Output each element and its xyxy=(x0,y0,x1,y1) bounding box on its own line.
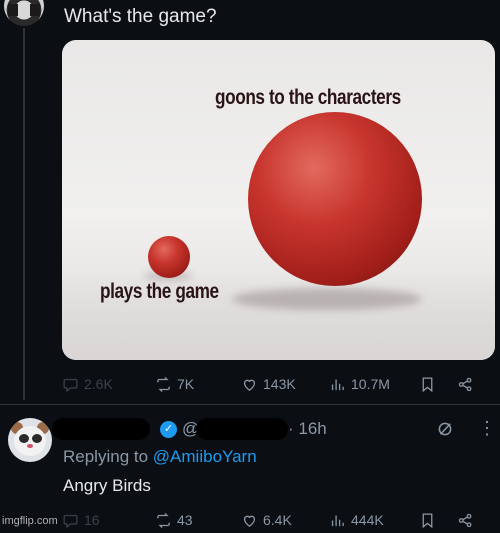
more-options-icon[interactable]: ⋮ xyxy=(478,418,496,439)
reply-icon xyxy=(63,378,78,392)
views-button[interactable]: 10.7M xyxy=(329,376,419,393)
repost-icon xyxy=(157,512,170,528)
avatar-ear-right xyxy=(30,4,40,16)
grok-button[interactable] xyxy=(436,420,454,443)
reply-actions: 16 43 6.4K 444K xyxy=(62,508,492,532)
like-button[interactable]: 143K xyxy=(241,376,329,393)
thread-line xyxy=(23,28,25,400)
label-small-ball: plays the game xyxy=(100,280,219,303)
reply-icon xyxy=(63,514,78,528)
views-button[interactable]: 444K xyxy=(329,512,419,529)
avatar-eye-patch-left xyxy=(19,434,29,443)
like-count: 6.4K xyxy=(263,512,292,528)
reply-count: 2.6K xyxy=(84,376,113,392)
big-ball-shadow xyxy=(232,288,422,310)
repost-count: 7K xyxy=(177,376,195,392)
reply-count: 16 xyxy=(84,512,100,528)
avatar-eye-patch-right xyxy=(32,434,42,443)
post-divider xyxy=(0,404,500,405)
watermark: imgflip.com xyxy=(2,515,58,527)
reply-button[interactable]: 2.6K xyxy=(62,376,155,393)
label-big-ball: goons to the characters xyxy=(215,86,401,109)
views-count: 444K xyxy=(351,512,384,528)
like-count: 143K xyxy=(263,376,296,392)
bookmark-button[interactable] xyxy=(419,376,457,393)
repost-button[interactable]: 7K xyxy=(155,376,241,393)
share-button[interactable] xyxy=(457,376,474,393)
redacted-display-name xyxy=(52,418,150,440)
post-image[interactable]: goons to the characters plays the game xyxy=(62,40,495,360)
avatar-ear-left xyxy=(8,4,18,16)
avatar-nose xyxy=(27,444,33,448)
post-text: What's the game? xyxy=(64,6,217,27)
big-ball xyxy=(248,112,422,286)
share-icon xyxy=(458,513,472,527)
reply-text: Angry Birds xyxy=(63,476,151,495)
reply-timestamp[interactable]: · 16h xyxy=(288,419,327,439)
replying-to: Replying to @AmiiboYarn xyxy=(63,447,257,467)
replying-prefix: Replying to xyxy=(63,447,149,466)
bookmark-button[interactable] xyxy=(419,512,457,529)
repost-button[interactable]: 43 xyxy=(155,512,241,529)
mention-link[interactable]: @AmiiboYarn xyxy=(153,447,257,466)
views-count: 10.7M xyxy=(351,376,390,392)
post-actions: 2.6K 7K 143K 10.7M xyxy=(62,372,492,396)
reply-button[interactable]: 16 xyxy=(62,512,155,529)
repost-count: 43 xyxy=(177,512,193,528)
verified-badge-icon: ✓ xyxy=(160,421,177,438)
repost-icon xyxy=(157,376,170,392)
grok-icon xyxy=(438,422,452,436)
like-button[interactable]: 6.4K xyxy=(241,512,329,529)
avatar-face xyxy=(14,426,46,456)
bookmark-icon xyxy=(422,376,433,392)
reply-avatar[interactable] xyxy=(8,418,52,462)
share-button[interactable] xyxy=(457,512,474,529)
author-avatar[interactable] xyxy=(4,0,44,26)
views-icon xyxy=(331,379,344,390)
share-icon xyxy=(458,377,472,391)
bookmark-icon xyxy=(422,512,433,528)
heart-icon xyxy=(243,379,256,391)
views-icon xyxy=(331,515,344,526)
redacted-handle xyxy=(196,418,288,440)
small-ball xyxy=(148,236,190,278)
heart-icon xyxy=(243,515,256,527)
